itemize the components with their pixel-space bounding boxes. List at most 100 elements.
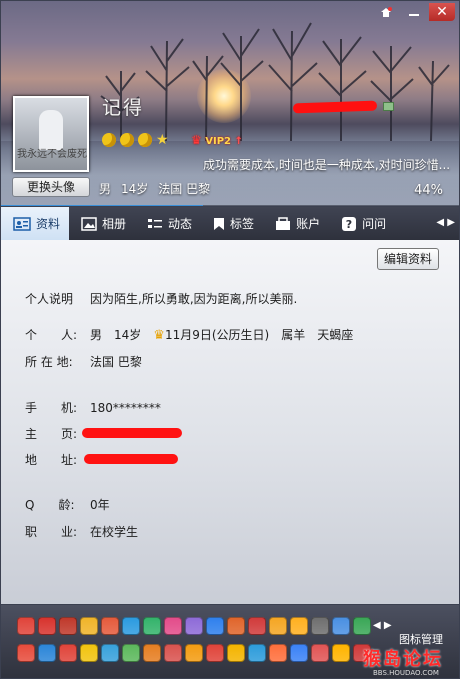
tab-label: 账户	[296, 217, 321, 231]
job-row: 职 业: 在校学生	[25, 523, 138, 540]
question-icon: ?	[342, 216, 357, 231]
location-value: 法国 巴黎	[90, 355, 142, 369]
icon-scroll-right-icon[interactable]: ▶	[384, 620, 392, 631]
description-row: 个人说明 因为陌生,所以勇敢,因为距离,所以美丽.	[25, 290, 297, 307]
tab-scroll-right-icon[interactable]: ▶	[447, 217, 455, 228]
service-icon[interactable]	[227, 617, 245, 635]
window-controls: ✕	[373, 3, 455, 21]
svg-text:?: ?	[346, 218, 352, 231]
service-icon[interactable]	[248, 617, 266, 635]
completion-percent: 44%	[414, 183, 443, 198]
profile-header: ✕ 我永远不会废死 更换头像 记得 ★ ♛ VIP2 ↑ 成功需要成本,时间也是…	[0, 0, 460, 207]
phone-row: 手 机: 180********	[25, 399, 161, 416]
card-icon[interactable]	[383, 102, 394, 111]
photo-icon	[81, 216, 97, 231]
star-icon: ★	[156, 132, 169, 148]
signature[interactable]: 成功需要成本,时间也是一种成本,对时间珍惜...	[203, 156, 453, 173]
service-icon[interactable]	[185, 644, 203, 662]
watermark-text: 猴岛论坛	[363, 649, 443, 670]
tab-bar: 资料 相册 动态 标签 账户 ? 问问 ◀ ▶	[0, 207, 460, 240]
avatar-caption: 我永远不会废死	[17, 149, 87, 160]
wallet-icon	[276, 216, 291, 230]
service-icon[interactable]	[269, 617, 287, 635]
personal-age: 14岁	[114, 328, 142, 342]
service-icon[interactable]	[290, 644, 308, 662]
crown-icon: ♛	[153, 328, 165, 343]
level-icons[interactable]: ★	[102, 133, 169, 147]
address-label: 地 址:	[25, 453, 78, 467]
icon-scroll-left-icon[interactable]: ◀	[373, 620, 381, 631]
service-icon[interactable]	[332, 617, 350, 635]
service-icon[interactable]	[38, 617, 56, 635]
service-icon[interactable]	[80, 617, 98, 635]
service-icon[interactable]	[143, 644, 161, 662]
service-icon[interactable]	[206, 617, 224, 635]
service-icon[interactable]	[185, 617, 203, 635]
avatar-figure	[39, 110, 63, 150]
tab-tags[interactable]: 标签	[201, 207, 263, 240]
homepage-row: 主 页:	[25, 425, 182, 442]
profile-card-icon	[13, 216, 31, 231]
qage-row: Q 龄: 0年	[25, 496, 110, 513]
location-row: 所 在 地: 法国 巴黎	[25, 353, 142, 370]
watermark-url: BBS.HOUDAO.COM	[373, 669, 439, 677]
service-icon[interactable]	[311, 617, 329, 635]
qage-value: 0年	[90, 498, 110, 512]
change-avatar-button[interactable]: 更换头像	[12, 177, 90, 197]
profile-details: 编辑资料 个人说明 因为陌生,所以勇敢,因为距离,所以美丽. 个 人: 男 14…	[0, 240, 460, 604]
service-icon[interactable]	[227, 644, 245, 662]
birthday: ♛11月9日(公历生日)	[153, 326, 269, 343]
service-icon[interactable]	[290, 617, 308, 635]
close-icon[interactable]: ✕	[429, 3, 455, 21]
service-icon[interactable]	[59, 617, 77, 635]
moon-icon	[102, 133, 116, 147]
tab-scroll-left-icon[interactable]: ◀	[436, 217, 444, 228]
moon-icon	[138, 133, 152, 147]
vip-crown-icon: ♛	[191, 133, 202, 147]
avatar[interactable]: 我永远不会废死	[13, 96, 89, 172]
service-icon[interactable]	[38, 644, 56, 662]
tab-album[interactable]: 相册	[69, 207, 135, 240]
service-icon[interactable]	[17, 617, 35, 635]
tab-feed[interactable]: 动态	[135, 207, 201, 240]
redacted-address	[84, 454, 178, 464]
skin-icon[interactable]	[373, 3, 399, 21]
service-icon[interactable]	[269, 644, 287, 662]
tab-label: 标签	[230, 217, 255, 231]
icon-scroll[interactable]: ◀ ▶	[373, 620, 392, 631]
tab-profile[interactable]: 资料	[1, 207, 70, 240]
service-icon[interactable]	[122, 644, 140, 662]
service-icon[interactable]	[311, 644, 329, 662]
bookmark-icon	[214, 217, 225, 230]
brief-gender: 男	[99, 182, 112, 196]
watermark: 猴岛论坛	[363, 645, 443, 671]
personal-row: 个 人: 男 14岁 ♛11月9日(公历生日) 属羊 天蝎座	[25, 326, 353, 343]
qage-label: Q 龄:	[25, 498, 75, 512]
tab-label: 问问	[362, 217, 387, 231]
service-icon[interactable]	[332, 644, 350, 662]
service-icon-grid	[17, 617, 373, 662]
tab-ask[interactable]: ? 问问	[329, 207, 395, 240]
homepage-label: 主 页:	[25, 427, 78, 441]
service-icon[interactable]	[101, 617, 119, 635]
service-icon[interactable]	[248, 644, 266, 662]
personal-values: 男 14岁 ♛11月9日(公历生日) 属羊 天蝎座	[90, 326, 353, 343]
service-icon[interactable]	[80, 644, 98, 662]
edit-profile-button[interactable]: 编辑资料	[377, 248, 439, 270]
description-value: 因为陌生,所以勇敢,因为距离,所以美丽.	[90, 292, 298, 306]
tab-scroll[interactable]: ◀ ▶	[436, 217, 455, 228]
service-icon[interactable]	[164, 644, 182, 662]
tab-account[interactable]: 账户	[263, 207, 329, 240]
service-icon[interactable]	[353, 617, 371, 635]
brief-location: 法国 巴黎	[158, 182, 211, 196]
service-icon[interactable]	[17, 644, 35, 662]
minimize-icon[interactable]	[401, 3, 427, 21]
service-icon[interactable]	[206, 644, 224, 662]
birthday-value: 11月9日(公历生日)	[164, 328, 270, 342]
service-icon[interactable]	[59, 644, 77, 662]
service-icon[interactable]	[143, 617, 161, 635]
service-icon[interactable]	[101, 644, 119, 662]
service-icon[interactable]	[164, 617, 182, 635]
service-icon[interactable]	[122, 617, 140, 635]
vip-badge[interactable]: ♛ VIP2 ↑	[191, 133, 243, 147]
